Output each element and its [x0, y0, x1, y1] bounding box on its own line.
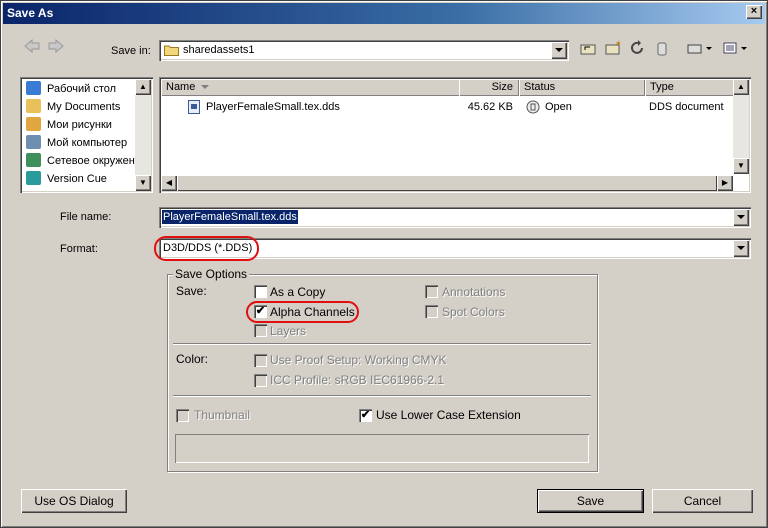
file-name-label: File name: — [60, 211, 112, 223]
scroll-right-button[interactable]: ▶ — [717, 175, 733, 191]
annotations-checkbox — [425, 285, 438, 298]
version-cue-icon — [26, 171, 41, 185]
file-name-cell: PlayerFemaleSmall.tex.dds — [206, 101, 340, 113]
places-scrollbar[interactable]: ▲ ▼ — [135, 79, 151, 191]
places-bar: Рабочий стол My Documents Мои рисунки Мо… — [20, 77, 153, 193]
spot-colors-checkbox — [425, 305, 438, 318]
scroll-thumb[interactable] — [177, 175, 717, 191]
delete-icon[interactable] — [651, 40, 673, 60]
scroll-down-button[interactable]: ▼ — [135, 175, 151, 191]
column-header-status[interactable]: Status — [519, 79, 645, 96]
place-network[interactable]: Сетевое окружен — [26, 152, 144, 170]
save-options-title: Save Options — [173, 267, 250, 281]
file-name-dropdown-button[interactable] — [733, 209, 749, 226]
cancel-button[interactable]: Cancel — [652, 489, 753, 513]
file-list-vscroll[interactable]: ▲ ▼ — [733, 79, 749, 174]
my-pictures-icon — [26, 117, 41, 131]
network-icon — [26, 153, 41, 167]
save-label: Save: — [176, 284, 207, 298]
place-my-pictures[interactable]: Мои рисунки — [26, 116, 144, 134]
place-label: My Documents — [47, 101, 121, 113]
save-in-label: Save in: — [111, 45, 151, 57]
save-in-folder: sharedassets1 — [183, 44, 255, 56]
file-name-input[interactable]: PlayerFemaleSmall.tex.dds — [159, 207, 751, 228]
format-annotation-circle — [154, 236, 259, 261]
save-as-dialog: Save As × Save in: sharedassets1 ✶ Рабоч… — [0, 0, 768, 528]
save-in-combo[interactable]: sharedassets1 — [159, 40, 569, 61]
as-a-copy-checkbox[interactable] — [254, 285, 267, 298]
icc-profile-checkbox — [254, 374, 267, 387]
file-list: Name Size Status Type PlayerFemaleSmall.… — [159, 77, 751, 193]
file-size-cell: 45.62 KB — [467, 101, 513, 113]
message-area — [175, 434, 589, 463]
file-type-cell: DDS document — [649, 101, 724, 113]
use-proof-setup-label: Use Proof Setup: Working CMYK — [270, 353, 447, 367]
file-list-hscroll[interactable]: ◀ ▶ — [161, 175, 733, 191]
divider — [173, 395, 591, 397]
my-computer-icon — [26, 135, 41, 149]
place-label: Мои рисунки — [47, 119, 112, 131]
place-label: Сетевое окружен — [47, 155, 135, 167]
refresh-icon[interactable] — [627, 40, 649, 60]
column-size-label: Size — [491, 81, 513, 93]
column-header-size[interactable]: Size — [459, 79, 519, 96]
alpha-channels-annotation-circle — [246, 301, 359, 323]
place-desktop[interactable]: Рабочий стол — [26, 80, 144, 98]
column-status-label: Status — [524, 81, 556, 93]
title-bar[interactable]: Save As × — [3, 3, 765, 24]
place-my-documents[interactable]: My Documents — [26, 98, 144, 116]
use-os-dialog-button[interactable]: Use OS Dialog — [21, 489, 127, 513]
back-icon[interactable] — [21, 38, 43, 59]
as-a-copy-label: As a Copy — [270, 285, 326, 299]
my-documents-icon — [26, 99, 41, 113]
thumbnail-checkbox — [176, 409, 189, 422]
layers-checkbox — [254, 324, 267, 337]
place-label: Мой компьютер — [47, 137, 128, 149]
views-icon[interactable] — [721, 40, 751, 60]
thumbnail-label: Thumbnail — [194, 408, 251, 422]
forward-icon[interactable] — [45, 38, 67, 59]
scroll-down-button[interactable]: ▼ — [733, 158, 749, 174]
tools-icon[interactable] — [685, 40, 715, 60]
file-name-value: PlayerFemaleSmall.tex.dds — [162, 210, 298, 224]
sort-descending-icon — [201, 85, 209, 89]
up-folder-icon[interactable] — [577, 40, 599, 60]
place-version-cue[interactable]: Version Cue — [26, 170, 144, 188]
column-type-label: Type — [650, 81, 674, 93]
place-label: Version Cue — [47, 173, 107, 185]
desktop-icon — [26, 81, 41, 95]
place-label: Рабочий стол — [47, 83, 117, 95]
save-in-dropdown-button[interactable] — [551, 42, 567, 59]
file-list-view: Name Size Status Type PlayerFemaleSmall.… — [161, 79, 733, 174]
format-label: Format: — [60, 243, 98, 255]
annotations-label: Annotations — [442, 285, 506, 299]
dds-file-icon — [188, 100, 200, 114]
close-button[interactable]: × — [746, 5, 762, 19]
scroll-up-button[interactable]: ▲ — [135, 79, 151, 95]
scroll-up-button[interactable]: ▲ — [733, 79, 749, 95]
format-dropdown-button[interactable] — [733, 240, 749, 257]
save-button[interactable]: Save — [537, 489, 644, 513]
icc-profile-label: ICC Profile: sRGB IEC61966-2.1 — [270, 373, 445, 387]
svg-text:✶: ✶ — [615, 40, 622, 48]
column-name-label: Name — [166, 81, 196, 93]
window-title: Save As — [7, 6, 54, 20]
open-status-icon — [526, 100, 540, 114]
lower-case-extension-checkbox[interactable]: ✔ — [359, 409, 372, 422]
table-row[interactable]: PlayerFemaleSmall.tex.dds 45.62 KB Open … — [161, 99, 733, 116]
lower-case-extension-label: Use Lower Case Extension — [376, 408, 521, 422]
spot-colors-label: Spot Colors — [442, 305, 505, 319]
color-label: Color: — [176, 352, 209, 366]
layers-label: Layers — [270, 324, 307, 338]
file-status-cell: Open — [545, 101, 572, 113]
use-proof-setup-checkbox — [254, 354, 267, 367]
folder-icon — [164, 44, 179, 56]
column-header-type[interactable]: Type — [645, 79, 733, 96]
place-my-computer[interactable]: Мой компьютер — [26, 134, 144, 152]
new-folder-icon[interactable]: ✶ — [602, 39, 624, 60]
divider — [173, 343, 591, 345]
scroll-left-button[interactable]: ◀ — [161, 175, 177, 191]
